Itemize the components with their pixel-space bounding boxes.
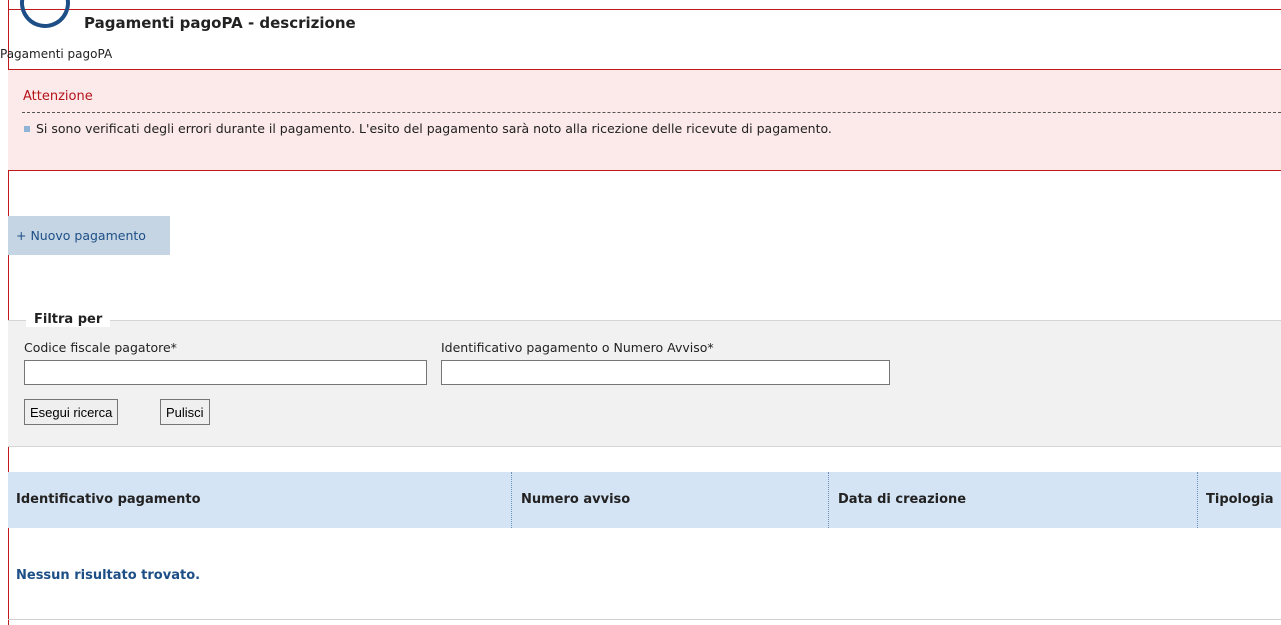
search-button[interactable]: Esegui ricerca [24,399,119,425]
column-header-creation-date[interactable]: Data di creazione [838,472,966,528]
column-header-notice-number[interactable]: Numero avviso [521,472,630,528]
payment-id-input[interactable] [441,360,890,385]
empty-results-message: Nessun risultato trovato. [16,568,201,583]
fiscal-code-label: Codice fiscale pagatore* [24,340,177,355]
clear-button[interactable]: Pulisci [160,399,210,425]
column-header-payment-id[interactable]: Identificativo pagamento [16,472,201,528]
filter-legend: Filtra per [26,312,111,327]
table-bottom-divider [8,619,1281,620]
payment-id-label: Identificativo pagamento o Numero Avviso… [441,340,714,355]
alert-title: Attenzione [23,89,93,104]
alert-divider [22,112,1281,113]
breadcrumb: Pagamenti pagoPA [0,47,113,61]
page-title: Pagamenti pagoPA - descrizione [84,14,356,32]
logo-icon [14,0,76,34]
column-separator [511,472,512,528]
bullet-icon [24,126,30,132]
error-alert: Attenzione Si sono verificati degli erro… [8,69,1281,171]
column-header-type[interactable]: Tipologia [1206,472,1281,528]
page-frame-top-border [8,9,1281,10]
results-table-header: Identificativo pagamento Numero avviso D… [8,472,1281,528]
column-separator [828,472,829,528]
new-payment-button[interactable]: + Nuovo pagamento [8,216,170,255]
fiscal-code-input[interactable] [24,360,427,385]
alert-message: Si sono verificati degli errori durante … [36,121,832,136]
column-separator [1197,472,1198,528]
